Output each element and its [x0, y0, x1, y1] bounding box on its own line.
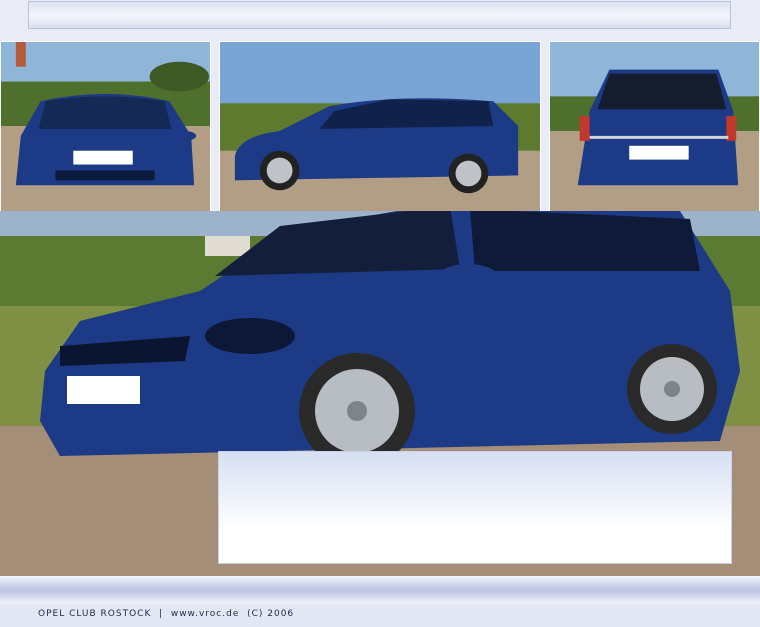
- rear-view-photo: [549, 41, 760, 212]
- side-view-photo: [219, 41, 541, 212]
- header-bar: [28, 1, 731, 29]
- footer-bar: [0, 576, 760, 604]
- caption-box: [218, 451, 732, 564]
- front-view-photo: [0, 41, 211, 212]
- footer-text: OPEL CLUB ROSTOCK | www.vroc.de (C) 2006: [38, 609, 295, 619]
